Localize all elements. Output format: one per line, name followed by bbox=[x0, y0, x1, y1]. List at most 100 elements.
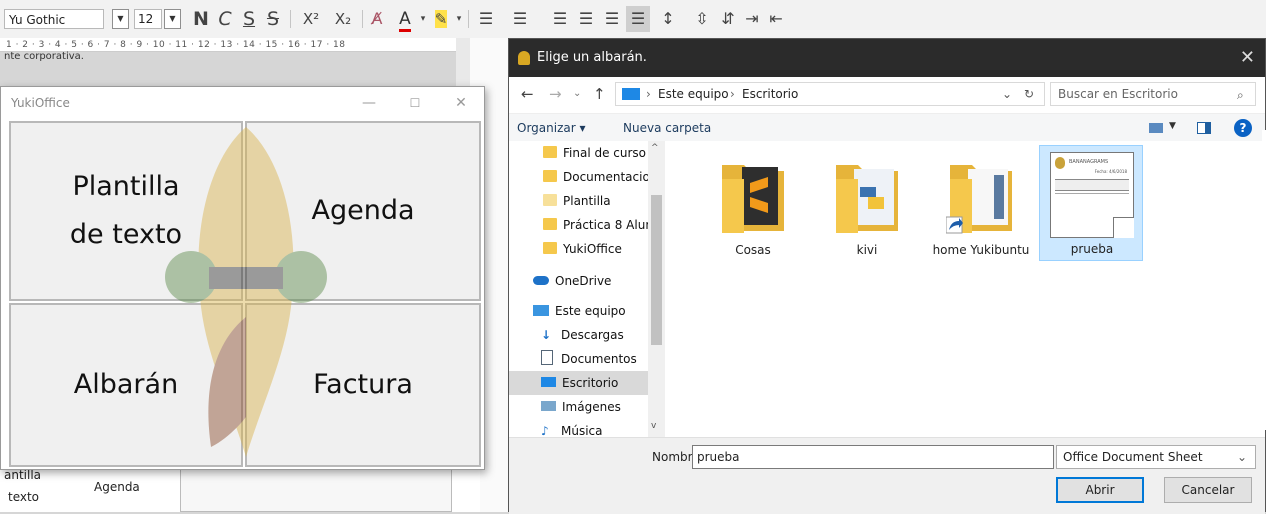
folder-sublime-icon bbox=[722, 165, 784, 233]
nav-item-label: Descargas bbox=[561, 328, 624, 342]
search-icon: ⌕ bbox=[1237, 88, 1244, 102]
preview-table bbox=[1055, 179, 1129, 191]
music-icon: ♪ bbox=[541, 424, 549, 437]
subscript-icon[interactable]: X₂ bbox=[328, 6, 358, 32]
folder-shortcut-icon bbox=[946, 165, 1012, 234]
font-name-box[interactable]: Yu Gothic bbox=[4, 9, 104, 29]
line-spacing-icon[interactable]: ↕ bbox=[656, 6, 680, 32]
font-size-dropdown[interactable]: ▼ bbox=[164, 9, 181, 29]
nav-item-documentacion[interactable]: Documentacion bbox=[509, 165, 657, 189]
open-button[interactable]: Abrir bbox=[1056, 477, 1144, 503]
nav-item-onedrive[interactable]: OneDrive bbox=[509, 269, 611, 293]
dialog-footer: Nombre: prueba Office Document Sheet ⌄ A… bbox=[509, 437, 1265, 514]
desktop-icon bbox=[541, 377, 556, 387]
preview-pane-icon[interactable] bbox=[1197, 122, 1211, 134]
breadcrumb-separator-icon: › bbox=[730, 87, 735, 101]
preview-label: antilla bbox=[4, 468, 42, 482]
toolbar-separator bbox=[290, 10, 291, 28]
align-right-icon[interactable]: ☰ bbox=[600, 6, 624, 32]
close-icon[interactable]: ✕ bbox=[438, 87, 484, 119]
preview-line bbox=[1055, 193, 1129, 194]
file-item-home-yukibuntu[interactable]: home Yukibuntu bbox=[929, 149, 1033, 261]
numbered-list-icon[interactable]: ☰ bbox=[508, 6, 532, 32]
font-name-dropdown[interactable]: ▼ bbox=[112, 9, 129, 29]
nav-item-plantilla[interactable]: Plantilla bbox=[509, 189, 611, 213]
nav-item-descargas[interactable]: ↓ Descargas bbox=[509, 323, 624, 347]
filename-input[interactable]: prueba bbox=[692, 445, 1054, 469]
nav-item-label: Imágenes bbox=[562, 400, 621, 414]
font-color-dropdown-icon[interactable]: ▾ bbox=[418, 6, 428, 32]
computer-icon bbox=[533, 305, 549, 316]
organize-button[interactable]: Organizar ▾ bbox=[517, 114, 586, 142]
scroll-down-icon[interactable]: v bbox=[651, 421, 656, 431]
align-center-icon[interactable]: ☰ bbox=[574, 6, 598, 32]
nav-item-final-de-curso[interactable]: Final de curso bbox=[509, 141, 646, 165]
nav-item-yukioffice[interactable]: YukiOffice bbox=[509, 237, 622, 261]
toolbar-separator bbox=[362, 10, 363, 28]
file-item-cosas[interactable]: Cosas bbox=[701, 149, 805, 261]
file-type-value: Office Document Sheet bbox=[1063, 450, 1203, 464]
align-left-icon[interactable]: ☰ bbox=[548, 6, 572, 32]
close-icon[interactable]: ✕ bbox=[1240, 39, 1255, 77]
search-input[interactable]: Buscar en Escritorio bbox=[1050, 82, 1256, 106]
nav-item-label: OneDrive bbox=[555, 274, 612, 288]
nav-item-documentos[interactable]: Documentos bbox=[509, 347, 637, 371]
paragraph-spacing-icon[interactable]: ⇳ bbox=[690, 6, 714, 32]
file-item-prueba[interactable]: BANANAGRAMS Fecha: 4/6/2018 prueba bbox=[1039, 145, 1143, 261]
maximize-icon[interactable]: ☐ bbox=[392, 87, 438, 119]
file-item-kivi[interactable]: kivi bbox=[815, 149, 919, 261]
underline-button[interactable]: S bbox=[238, 6, 260, 32]
nav-item-practica-8[interactable]: Práctica 8 Alumn bbox=[509, 213, 665, 237]
nav-item-label: Plantilla bbox=[563, 194, 611, 208]
nav-scrollbar[interactable]: ^ v bbox=[648, 141, 665, 437]
file-name: home Yukibuntu bbox=[932, 243, 1030, 257]
view-options-icon[interactable] bbox=[1149, 123, 1163, 133]
toolbar-separator bbox=[468, 10, 469, 28]
nav-item-label: Este equipo bbox=[555, 304, 626, 318]
minimize-icon[interactable]: — bbox=[346, 87, 392, 119]
italic-button[interactable]: C bbox=[214, 6, 236, 32]
increase-indent-icon[interactable]: ⇥ bbox=[740, 6, 764, 32]
nav-item-imagenes[interactable]: Imágenes bbox=[509, 395, 621, 419]
decrease-indent-icon[interactable]: ⇤ bbox=[764, 6, 788, 32]
up-arrow-icon[interactable]: ↑ bbox=[593, 85, 606, 103]
nav-item-label: Final de curso bbox=[563, 146, 647, 160]
ruler: 1 · 2 · 3 · 4 · 5 · 6 · 7 · 8 · 9 · 10 ·… bbox=[0, 38, 456, 52]
scrollbar-thumb[interactable] bbox=[651, 195, 662, 345]
help-icon[interactable]: ? bbox=[1234, 119, 1252, 137]
highlight-icon[interactable]: ✎ bbox=[430, 6, 452, 32]
font-size-box[interactable]: 12 bbox=[134, 9, 162, 29]
command-bar: Organizar ▾ Nueva carpeta ▼ ? bbox=[509, 113, 1265, 143]
scroll-up-icon[interactable]: ^ bbox=[651, 143, 659, 153]
download-icon: ↓ bbox=[541, 328, 552, 342]
cancel-button[interactable]: Cancelar bbox=[1164, 477, 1252, 503]
breadcrumb-escritorio[interactable]: Escritorio bbox=[742, 83, 798, 105]
address-box[interactable]: › Este equipo › Escritorio ⌄ ↻ bbox=[615, 82, 1045, 106]
chevron-down-icon[interactable]: ⌄ bbox=[1002, 83, 1012, 105]
superscript-icon[interactable]: X² bbox=[296, 6, 326, 32]
nav-item-escritorio[interactable]: Escritorio bbox=[509, 371, 665, 395]
clear-formatting-icon[interactable]: A̸ bbox=[366, 6, 388, 32]
nav-item-label: Música bbox=[561, 424, 603, 437]
breadcrumb-este-equipo[interactable]: Este equipo bbox=[658, 83, 729, 105]
bold-button[interactable]: N bbox=[190, 6, 212, 32]
font-color-icon[interactable]: A bbox=[394, 6, 416, 32]
highlight-dropdown-icon[interactable]: ▾ bbox=[454, 6, 464, 32]
new-folder-button[interactable]: Nueva carpeta bbox=[623, 114, 711, 142]
forward-arrow-icon[interactable]: → bbox=[549, 85, 562, 103]
nav-item-este-equipo[interactable]: Este equipo bbox=[509, 299, 626, 323]
chevron-down-icon: ⌄ bbox=[1236, 450, 1247, 464]
justify-icon[interactable]: ☰ bbox=[626, 6, 650, 32]
preview-brand: BANANAGRAMS bbox=[1069, 159, 1109, 165]
refresh-icon[interactable]: ↻ bbox=[1024, 83, 1034, 105]
file-name: kivi bbox=[856, 243, 878, 257]
nav-item-musica[interactable]: ♪ Música bbox=[509, 419, 603, 437]
tile-label: Factura bbox=[313, 369, 413, 400]
bullet-list-icon[interactable]: ☰ bbox=[474, 6, 498, 32]
back-arrow-icon[interactable]: ← bbox=[521, 85, 534, 103]
file-type-select[interactable]: Office Document Sheet ⌄ bbox=[1056, 445, 1256, 469]
recent-dropdown-icon[interactable]: ⌄ bbox=[573, 88, 581, 99]
increase-spacing-icon[interactable]: ⇵ bbox=[716, 6, 740, 32]
chevron-down-icon[interactable]: ▼ bbox=[1169, 121, 1176, 131]
strikethrough-button[interactable]: S bbox=[262, 6, 284, 32]
